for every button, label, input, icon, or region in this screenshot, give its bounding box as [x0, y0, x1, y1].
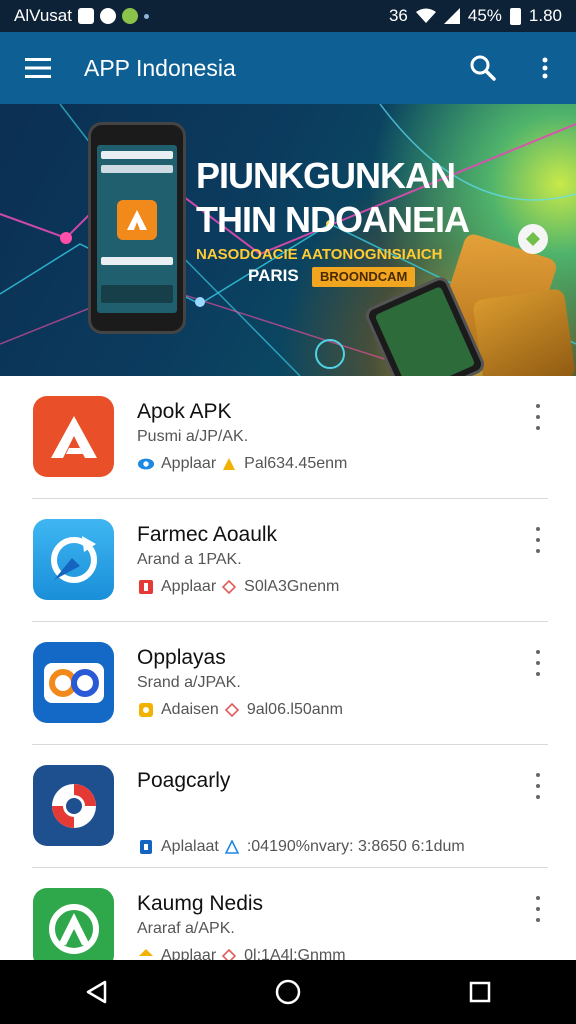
app-meta: Aplalaat :04190%nvary: 3:8650 6:1dum — [137, 838, 465, 856]
app-a-icon — [33, 396, 114, 477]
wifi-icon — [415, 8, 436, 23]
more-options-button[interactable] — [526, 773, 550, 799]
more-options-button[interactable] — [526, 404, 550, 430]
app-status-icon — [121, 8, 138, 24]
menu-button[interactable] — [0, 32, 76, 104]
banner-subtitle: NASODOACIE AATONOGNISIAICH — [196, 246, 443, 263]
app-meta: Applaar Pal634.45enm — [137, 455, 347, 473]
more-options-button[interactable] — [526, 650, 550, 676]
app-subtitle: Pusmi a/JP/AK. — [137, 428, 249, 445]
app-bar: APP Indonesia — [0, 32, 576, 104]
more-options-button[interactable] — [526, 527, 550, 553]
category-icon — [137, 701, 155, 719]
more-vert-icon — [542, 57, 548, 79]
list-item[interactable]: Farmec Aoaulk Arand a 1PAK. Applaar S0lA… — [0, 499, 576, 622]
app-size: 9al06.l50anm — [246, 701, 343, 718]
status-bar: AlVusat 36 45% 1.80 — [0, 0, 576, 32]
card-illustration — [472, 288, 576, 376]
size-icon — [223, 838, 241, 856]
category-icon — [137, 578, 155, 596]
search-icon — [470, 55, 496, 81]
back-icon — [86, 980, 107, 1004]
battery-icon — [509, 7, 521, 25]
app-name: Kaumg Nedis — [137, 892, 264, 915]
dot-icon — [143, 13, 149, 19]
menu-icon — [25, 58, 51, 78]
app-category: Applaar — [161, 455, 217, 472]
list-item[interactable]: Opplayas Srand a/JPAK. Adaisen 9al06.l50… — [0, 622, 576, 745]
app-meta: Applaar S0lA3Gnenm — [137, 578, 339, 596]
banner-chip: BROONDCAM — [312, 267, 416, 287]
size-icon — [223, 701, 241, 719]
battery-percent: 45% — [467, 6, 502, 25]
badge-icon — [518, 224, 548, 254]
app-category: Adaisen — [161, 701, 219, 718]
app-name: Apok APK — [137, 400, 232, 423]
size-icon — [220, 578, 238, 596]
recents-button[interactable] — [435, 960, 525, 1024]
more-options-button[interactable] — [526, 896, 550, 922]
app-notification-icon — [99, 8, 116, 24]
app-double-o-icon — [33, 642, 114, 723]
app-name: Poagcarly — [137, 769, 231, 792]
app-list: Apok APK Pusmi a/JP/AK. Applaar Pal634.4… — [0, 376, 576, 960]
home-button[interactable] — [243, 960, 333, 1024]
search-button[interactable] — [452, 32, 514, 104]
app-refresh-icon — [33, 519, 114, 600]
overflow-menu-button[interactable] — [514, 32, 576, 104]
promo-banner[interactable]: PIUNKGUNKAN THIN NDOANEIA NASODOACIE AAT… — [0, 104, 576, 376]
navigation-bar — [0, 960, 576, 1024]
app-green-a-icon — [33, 888, 114, 960]
app-size: :04190%nvary: 3:8650 6:1dum — [246, 838, 465, 855]
app-category: Aplalaat — [161, 838, 219, 855]
app-size: S0lA3Gnenm — [244, 578, 340, 595]
app-name: Farmec Aoaulk — [137, 523, 278, 546]
carrier-name: AlVusat — [14, 6, 72, 25]
banner-heading-line1: PIUNKGUNKAN — [196, 155, 456, 196]
app-name: Opplayas — [137, 646, 226, 669]
size-icon — [220, 947, 238, 960]
phone-illustration — [88, 122, 186, 334]
back-button[interactable] — [51, 960, 141, 1024]
app-category: Applaar — [161, 578, 217, 595]
app-subtitle: Arand a 1PAK. — [137, 551, 242, 568]
list-item[interactable]: Poagcarly Aplalaat :04190%nvary: 3:8650 … — [0, 745, 576, 868]
banner-subtitle-2: PARIS — [248, 266, 299, 285]
category-icon — [137, 838, 155, 856]
app-swirl-icon — [33, 765, 114, 846]
recents-icon — [469, 981, 491, 1003]
app-subtitle: Srand a/JPAK. — [137, 674, 241, 691]
app-size: Pal634.45enm — [244, 455, 348, 472]
category-icon — [137, 947, 155, 960]
category-icon — [137, 455, 155, 473]
signal-label: 36 — [388, 6, 408, 25]
app-title: APP Indonesia — [84, 54, 236, 81]
size-icon — [220, 455, 238, 473]
app-meta: Adaisen 9al06.l50anm — [137, 701, 343, 719]
cell-signal-icon — [443, 8, 460, 24]
app-category: Applaar — [161, 947, 217, 960]
app-size: 0l:1A4l;Gnmm — [244, 947, 346, 960]
notification-icon — [77, 8, 94, 24]
app-logo-icon — [117, 200, 157, 240]
list-item[interactable]: Kaumg Nedis Araraf a/APK. Applaar 0l:1A4… — [0, 868, 576, 960]
banner-heading-line2: THIN NDOANEIA — [196, 199, 470, 240]
home-icon — [275, 979, 301, 1005]
app-meta: Applaar 0l:1A4l;Gnmm — [137, 947, 346, 960]
list-item[interactable]: Apok APK Pusmi a/JP/AK. Applaar Pal634.4… — [0, 376, 576, 499]
banner-heading: PIUNKGUNKAN THIN NDOANEIA — [196, 154, 470, 242]
app-subtitle: Araraf a/APK. — [137, 920, 235, 937]
clock: 1.80 — [528, 6, 562, 25]
